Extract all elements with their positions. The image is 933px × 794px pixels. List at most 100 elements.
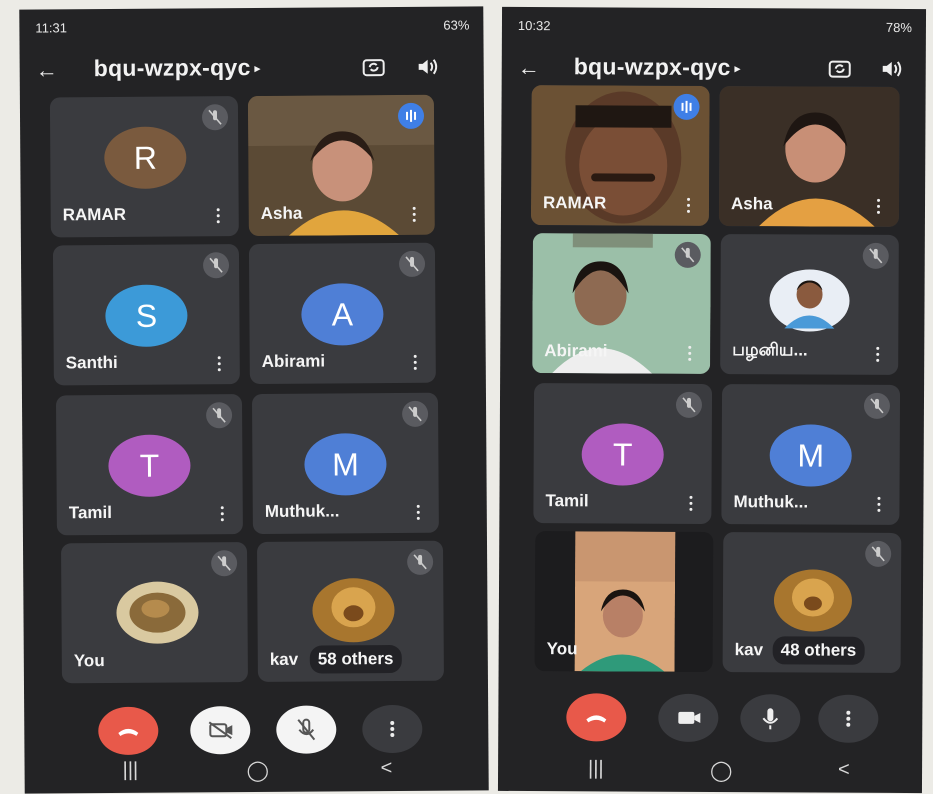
more-vert-icon[interactable] <box>218 356 222 372</box>
mic-toggle-button[interactable] <box>276 705 336 753</box>
participant-tile-muthuk[interactable]: M Muthuk... <box>721 384 900 525</box>
camera-flip-icon[interactable] <box>826 55 854 83</box>
status-time: 10:32 <box>518 18 551 33</box>
status-bar: 10:32 78% <box>518 15 912 39</box>
profile-photo-palaniya <box>768 268 850 332</box>
more-vert-icon <box>818 695 878 743</box>
mic-off-icon <box>203 252 229 278</box>
participant-tile-abirami[interactable]: A Abirami <box>249 243 436 384</box>
participant-tile-tamil[interactable]: T Tamil <box>56 394 243 535</box>
more-vert-icon[interactable] <box>687 198 691 214</box>
nav-back-icon[interactable]: < <box>838 759 850 782</box>
call-controls <box>498 685 922 757</box>
home-icon[interactable]: ◯ <box>710 758 733 783</box>
speaking-indicator-icon <box>673 94 699 120</box>
more-vert-icon[interactable] <box>688 346 692 362</box>
battery-level: 78% <box>886 20 912 35</box>
mic-off-icon <box>676 392 702 418</box>
participant-name: Tamil <box>545 491 588 511</box>
arrow-back-icon[interactable]: ← <box>36 57 58 83</box>
more-vert-icon[interactable] <box>877 199 881 215</box>
avatar-ramar: R <box>104 126 186 189</box>
arrow-back-icon[interactable]: ← <box>518 55 540 81</box>
mic-off-icon <box>865 541 891 567</box>
camera-flip-icon[interactable] <box>360 53 388 81</box>
recent-apps-icon[interactable]: ||| <box>123 759 139 782</box>
participant-name: kav <box>270 650 299 670</box>
more-vert-icon[interactable] <box>689 496 693 512</box>
others-count[interactable]: 58 others <box>310 645 402 674</box>
more-vert-icon[interactable] <box>876 347 880 363</box>
avatar-abirami: A <box>301 283 383 346</box>
end-call-icon <box>566 693 626 741</box>
more-vert-icon[interactable] <box>414 355 418 371</box>
mic-off-icon <box>211 550 237 576</box>
participant-tile-tamil[interactable]: T Tamil <box>533 383 712 524</box>
camera-off-icon <box>190 706 250 754</box>
participant-tile-asha[interactable]: Asha <box>719 86 900 227</box>
participant-name: Tamil <box>69 503 112 523</box>
chevron-right-icon: ▸ <box>255 63 261 75</box>
camera-toggle-button[interactable] <box>658 694 718 742</box>
participant-tile-others[interactable]: kav 58 others <box>257 541 444 682</box>
more-vert-icon[interactable] <box>417 505 421 521</box>
end-call-icon <box>98 707 158 755</box>
mic-icon <box>740 694 800 742</box>
more-vert-icon[interactable] <box>217 208 221 224</box>
speaker-icon[interactable] <box>414 53 442 81</box>
avatar-muthuk: M <box>304 433 386 496</box>
avatar-tamil: T <box>582 423 664 485</box>
mic-off-icon <box>407 549 433 575</box>
speaking-indicator-icon <box>398 103 424 129</box>
participant-name: Muthuk... <box>265 501 340 522</box>
mic-off-icon <box>675 242 701 268</box>
participant-tile-you[interactable]: You <box>535 531 714 672</box>
chevron-right-icon: ▸ <box>735 64 741 76</box>
nav-back-icon[interactable]: < <box>380 757 392 780</box>
participant-tile-abirami[interactable]: Abirami <box>532 233 711 374</box>
recent-apps-icon[interactable]: ||| <box>588 757 604 780</box>
profile-photo-kav <box>773 568 853 632</box>
android-nav-bar: ||| ◯ < <box>24 750 488 793</box>
participant-tile-you[interactable]: You <box>61 542 248 683</box>
more-vert-icon[interactable] <box>413 207 417 223</box>
mic-off-icon <box>402 401 428 427</box>
mic-off-icon <box>863 243 889 269</box>
participant-name: Abirami <box>544 341 607 361</box>
participant-name: Asha <box>731 194 773 214</box>
avatar-muthuk: M <box>770 424 852 486</box>
participant-tile-palaniya[interactable]: பழனிய... <box>720 234 899 375</box>
meeting-code-title[interactable]: bqu-wzpx-qyc▸ <box>94 54 261 82</box>
participant-tile-muthuk[interactable]: M Muthuk... <box>252 393 439 534</box>
participant-name: Asha <box>261 204 303 224</box>
participant-tile-asha[interactable]: Asha <box>248 95 435 236</box>
participant-name: பழனிய... <box>732 340 808 362</box>
end-call-button[interactable] <box>566 693 626 741</box>
more-options-button[interactable] <box>818 695 878 743</box>
more-vert-icon[interactable] <box>221 506 225 522</box>
status-time: 11:31 <box>35 20 67 35</box>
participant-name: Santhi <box>66 353 118 373</box>
more-options-button[interactable] <box>362 705 422 753</box>
home-icon[interactable]: ◯ <box>246 758 269 783</box>
end-call-button[interactable] <box>98 707 158 755</box>
meeting-header: ← bqu-wzpx-qyc▸ <box>20 48 484 91</box>
phone-screen-left: 11:31 63% ← bqu-wzpx-qyc▸ R RAMAR Asha <box>19 6 488 793</box>
others-count[interactable]: 48 others <box>773 636 865 664</box>
camera-toggle-button[interactable] <box>190 706 250 754</box>
participant-tile-ramar[interactable]: RAMAR <box>531 85 710 226</box>
android-nav-bar: ||| ◯ < <box>498 751 922 793</box>
meeting-code-title[interactable]: bqu-wzpx-qyc▸ <box>574 53 741 81</box>
participant-tile-others[interactable]: kav 48 others <box>723 532 902 673</box>
speaker-icon[interactable] <box>878 55 906 83</box>
avatar-santhi: S <box>105 284 187 347</box>
participant-name: kav <box>735 640 763 660</box>
avatar-tamil: T <box>108 434 190 497</box>
profile-photo-kav <box>311 577 395 644</box>
participant-tile-ramar[interactable]: R RAMAR <box>50 96 239 237</box>
mic-off-icon <box>864 393 890 419</box>
participant-tile-santhi[interactable]: S Santhi <box>53 244 240 385</box>
more-vert-icon[interactable] <box>877 497 881 513</box>
participant-name: RAMAR <box>63 205 126 225</box>
mic-toggle-button[interactable] <box>740 694 800 742</box>
